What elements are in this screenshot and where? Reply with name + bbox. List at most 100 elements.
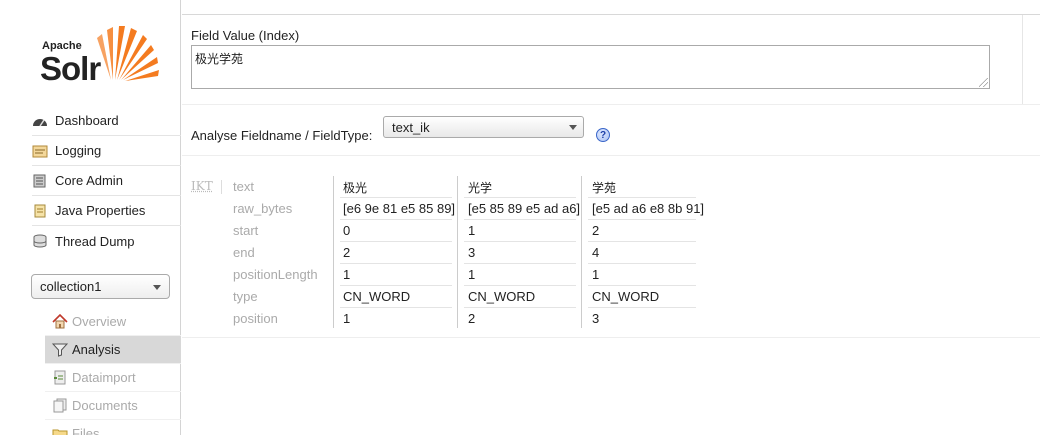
- token-position: 3: [592, 311, 600, 326]
- menu-item-label: Core Admin: [55, 173, 123, 188]
- core-menu-item-overview[interactable]: Overview: [45, 308, 181, 336]
- row-divider: [464, 197, 576, 198]
- row-divider: [340, 197, 452, 198]
- home-icon: [52, 314, 68, 329]
- java-properties-icon: [34, 204, 46, 217]
- token-start: 2: [592, 223, 600, 238]
- row-divider: [464, 219, 576, 220]
- token-text: 光学: [468, 181, 493, 195]
- fieldtype-select[interactable]: text_ik: [383, 116, 584, 138]
- dashboard-icon: [33, 118, 47, 126]
- row-divider: [340, 285, 452, 286]
- core-menu-item-files[interactable]: Files: [45, 420, 181, 435]
- menu-item-label: Java Properties: [55, 203, 146, 218]
- row-divider: [588, 285, 696, 286]
- token-end: 4: [592, 245, 600, 260]
- core-menu-item-label: Dataimport: [72, 370, 136, 385]
- divider: [1022, 15, 1023, 105]
- dataimport-icon: [54, 370, 66, 385]
- token-end: 2: [343, 245, 351, 260]
- row-divider: [340, 219, 452, 220]
- solr-sunburst-icon: [97, 26, 159, 81]
- menu-item-thread-dump[interactable]: Thread Dump: [32, 226, 181, 256]
- menu-item-java-properties[interactable]: Java Properties: [32, 196, 181, 226]
- chevron-down-icon: [569, 125, 577, 130]
- token-type: CN_WORD: [343, 289, 411, 304]
- menu-item-core-admin[interactable]: Core Admin: [32, 166, 181, 196]
- row-divider: [588, 197, 696, 198]
- divider: [221, 180, 222, 194]
- field-value-text: 极光学苑: [195, 52, 244, 66]
- core-menu-item-label: Documents: [72, 398, 138, 413]
- token-text: 学苑: [592, 181, 617, 195]
- field-value-label: Field Value (Index): [191, 28, 300, 43]
- core-menu-item-label: Overview: [72, 314, 127, 329]
- token-text: 极光: [343, 181, 368, 195]
- sidebar: Apache Solr Dashboard Logging Core Admin…: [0, 0, 181, 435]
- row-divider: [464, 263, 576, 264]
- core-menu-item-label: Files: [72, 426, 100, 435]
- row-divider: [464, 285, 576, 286]
- attr-label-raw-bytes: raw_bytes: [233, 201, 293, 216]
- row-divider: [588, 219, 696, 220]
- core-menu: Overview Analysis Dataimport Documents F…: [45, 308, 181, 435]
- row-divider: [340, 307, 452, 308]
- menu-item-label: Logging: [55, 143, 102, 158]
- attr-label-text: text: [233, 179, 254, 194]
- token-type: CN_WORD: [468, 289, 536, 304]
- tokenizer-name[interactable]: IKT: [191, 179, 213, 193]
- core-admin-icon: [33, 174, 46, 187]
- row-divider: [340, 263, 452, 264]
- row-divider: [588, 241, 696, 242]
- solr-logo[interactable]: Apache Solr: [40, 22, 165, 88]
- resize-grip-icon[interactable]: [979, 78, 988, 87]
- token-end: 3: [468, 245, 476, 260]
- divider: [182, 104, 1040, 105]
- token-raw-bytes: [e5 ad a6 e8 8b 91]: [592, 201, 705, 216]
- attr-label-type: type: [233, 289, 258, 304]
- fieldtype-label: Analyse Fieldname / FieldType:: [191, 128, 373, 143]
- token-position-length: 1: [468, 267, 476, 282]
- thread-dump-icon: [33, 234, 47, 248]
- core-menu-item-analysis[interactable]: Analysis: [45, 336, 181, 364]
- divider: [182, 337, 1040, 338]
- token-start: 1: [468, 223, 476, 238]
- documents-icon: [53, 398, 67, 413]
- core-selector-value: collection1: [40, 279, 102, 294]
- column-divider: [581, 176, 582, 328]
- column-divider: [333, 176, 334, 328]
- core-selector[interactable]: collection1: [31, 274, 170, 299]
- attr-label-start: start: [233, 223, 259, 238]
- token-start: 0: [343, 223, 351, 238]
- core-menu-item-documents[interactable]: Documents: [45, 392, 181, 420]
- token-position-length: 1: [592, 267, 600, 282]
- token-raw-bytes: [e6 9e 81 e5 85 89]: [343, 201, 456, 216]
- attr-label-position-length: positionLength: [233, 267, 318, 282]
- divider: [182, 155, 1040, 156]
- token-raw-bytes: [e5 85 89 e5 ad a6]: [468, 201, 581, 216]
- main-menu: Dashboard Logging Core Admin Java Proper…: [32, 106, 181, 256]
- logo-solr-text: Solr: [40, 50, 101, 87]
- field-value-textarea[interactable]: 极光学苑: [191, 45, 990, 89]
- attr-label-end: end: [233, 245, 255, 260]
- column-divider: [457, 176, 458, 328]
- funnel-icon: [52, 343, 68, 357]
- token-type: CN_WORD: [592, 289, 660, 304]
- token-position: 2: [468, 311, 476, 326]
- row-divider: [340, 241, 452, 242]
- menu-item-label: Dashboard: [55, 113, 119, 128]
- core-menu-item-label: Analysis: [72, 342, 121, 357]
- help-icon[interactable]: ?: [596, 128, 610, 142]
- divider: [182, 14, 1040, 15]
- logging-icon: [32, 145, 48, 157]
- fieldtype-value: text_ik: [392, 120, 430, 135]
- menu-item-dashboard[interactable]: Dashboard: [32, 106, 181, 136]
- row-divider: [588, 307, 696, 308]
- menu-item-logging[interactable]: Logging: [32, 136, 181, 166]
- row-divider: [464, 307, 576, 308]
- attr-label-position: position: [233, 311, 278, 326]
- files-icon: [52, 429, 68, 435]
- core-menu-item-dataimport[interactable]: Dataimport: [45, 364, 181, 392]
- token-position: 1: [343, 311, 351, 326]
- menu-item-label: Thread Dump: [55, 233, 135, 249]
